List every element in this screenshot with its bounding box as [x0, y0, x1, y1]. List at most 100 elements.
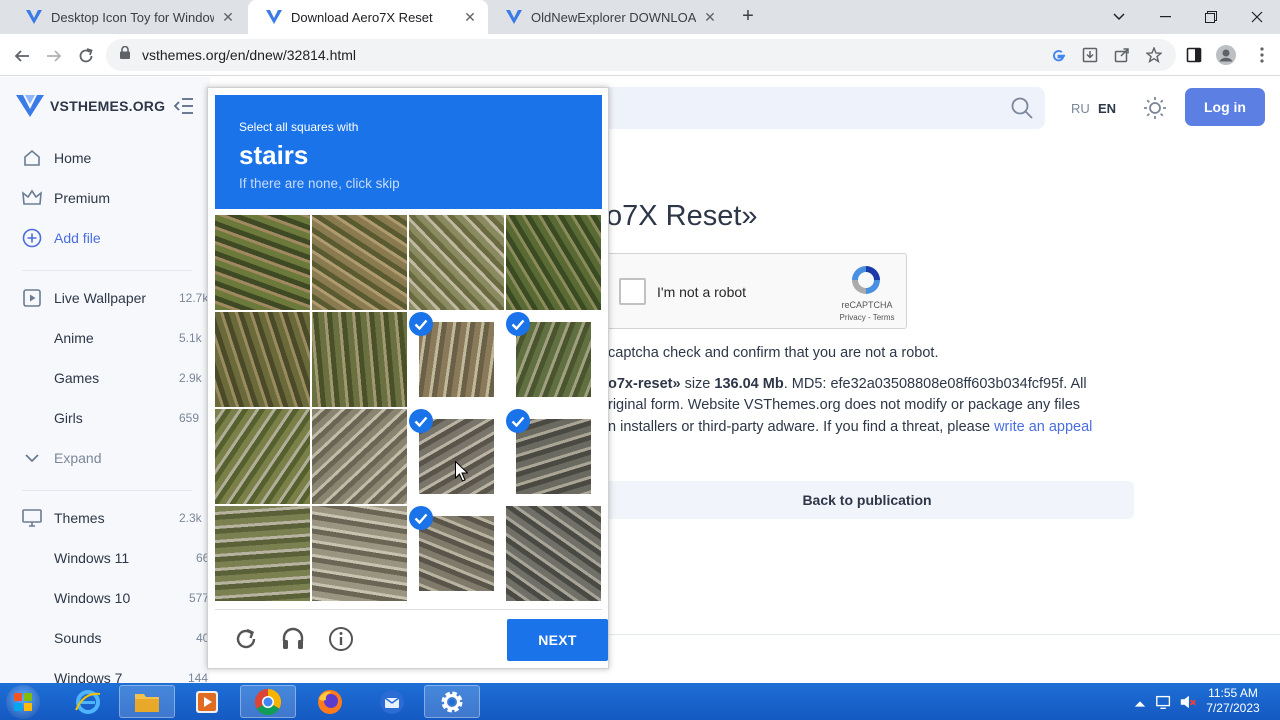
write-appeal-link[interactable]: write an appeal: [994, 419, 1092, 435]
audio-challenge-icon[interactable]: [280, 626, 306, 652]
tab-close-icon[interactable]: ✕: [220, 9, 236, 26]
captcha-tile[interactable]: [506, 215, 601, 310]
tab-download-aero7x[interactable]: Download Aero7X Reset ✕: [248, 0, 488, 34]
sidebar-item-windows-11[interactable]: Windows 11 66: [0, 538, 210, 578]
captcha-tile[interactable]: [409, 506, 504, 601]
tab-close-icon[interactable]: ✕: [462, 9, 478, 26]
checkmark-icon: [409, 312, 433, 336]
checkmark-icon: [409, 506, 433, 530]
site-logo[interactable]: VSTHEMES.ORG: [16, 95, 165, 117]
side-panel-icon[interactable]: [1184, 45, 1204, 65]
windows-logo-icon: [14, 693, 32, 711]
network-icon[interactable]: [1155, 693, 1173, 711]
vsthemes-logo-icon: [16, 95, 44, 117]
sidebar-item-windows-10[interactable]: Windows 10 577: [0, 578, 210, 618]
captcha-tile-image: [215, 409, 310, 504]
checkmark-icon: [506, 312, 530, 336]
install-app-icon[interactable]: [1080, 45, 1100, 65]
tab-search-chevron-icon[interactable]: [1096, 0, 1142, 34]
captcha-tile[interactable]: [312, 215, 407, 310]
start-button[interactable]: [6, 685, 40, 719]
captcha-tile[interactable]: [506, 409, 601, 504]
back-to-publication-button[interactable]: Back to publication: [600, 481, 1134, 519]
captcha-tile[interactable]: [506, 312, 601, 407]
search-icon[interactable]: [1010, 96, 1034, 120]
sidebar-item-count: 12.7k: [179, 291, 209, 305]
captcha-next-button[interactable]: NEXT: [507, 619, 608, 661]
captcha-subtext: If there are none, click skip: [239, 176, 400, 191]
sidebar-item-count: 2.3k: [179, 511, 202, 525]
tab-oldnewexplorer[interactable]: OldNewExplorer DOWNLOAD FR ✕: [488, 0, 728, 34]
sidebar-item-label: Games: [54, 370, 100, 386]
captcha-tile[interactable]: [409, 409, 504, 504]
sidebar-item-label: Anime: [54, 330, 94, 346]
sidebar-item-anime[interactable]: Anime 5.1k: [0, 318, 210, 358]
sidebar-item-sounds[interactable]: Sounds 40: [0, 618, 210, 658]
info-icon[interactable]: [328, 626, 354, 652]
captcha-tile[interactable]: [312, 409, 407, 504]
tab-desktop-icon-toy[interactable]: Desktop Icon Toy for Windows - D ✕: [8, 0, 246, 34]
captcha-tile[interactable]: [215, 506, 310, 601]
tab-close-icon[interactable]: ✕: [702, 9, 718, 26]
lang-ru-button[interactable]: RU: [1071, 101, 1090, 116]
profile-avatar-icon[interactable]: [1216, 45, 1236, 65]
sidebar-item-girls[interactable]: Girls 659: [0, 398, 210, 438]
disclaimer-text: riginal form. Website VSThemes.org does …: [608, 397, 1081, 413]
new-tab-button[interactable]: +: [736, 5, 760, 29]
sidebar-item-home[interactable]: Home: [0, 138, 210, 178]
captcha-tile[interactable]: [215, 215, 310, 310]
captcha-tile[interactable]: [409, 312, 504, 407]
system-clock[interactable]: 11:55 AM 7/27/2023: [1200, 686, 1266, 716]
collapse-sidebar-icon[interactable]: [173, 97, 194, 115]
sidebar-item-live-wallpaper[interactable]: Live Wallpaper 12.7k: [0, 278, 210, 318]
share-icon[interactable]: [1112, 45, 1132, 65]
captcha-tile[interactable]: [215, 312, 310, 407]
forward-arrow-icon[interactable]: [40, 42, 68, 70]
sidebar-item-games[interactable]: Games 2.9k: [0, 358, 210, 398]
volume-muted-icon[interactable]: [1179, 693, 1197, 711]
file-explorer-icon[interactable]: [119, 685, 175, 718]
back-arrow-icon[interactable]: [8, 42, 36, 70]
address-bar[interactable]: vsthemes.org/en/dnew/32814.html: [106, 39, 1176, 71]
recaptcha-privacy-terms[interactable]: Privacy - Terms: [827, 313, 907, 322]
file-size: 136.04 Mb: [714, 376, 784, 392]
media-player-icon[interactable]: [179, 685, 235, 718]
sidebar-item-add-file[interactable]: Add file: [0, 218, 210, 258]
minimize-button[interactable]: [1142, 0, 1188, 34]
reload-challenge-icon[interactable]: [233, 626, 259, 652]
recaptcha-label: I'm not a robot: [657, 284, 747, 300]
captcha-tile[interactable]: [215, 409, 310, 504]
home-icon: [22, 148, 42, 168]
internet-explorer-icon[interactable]: [60, 685, 116, 718]
reload-icon[interactable]: [72, 42, 100, 70]
windows-taskbar: 11:55 AM 7/27/2023: [0, 683, 1280, 720]
close-window-button[interactable]: [1234, 0, 1280, 34]
sidebar-item-expand[interactable]: Expand: [0, 438, 210, 478]
chrome-icon[interactable]: [240, 685, 296, 718]
add-circle-icon: [22, 228, 42, 248]
tray-expand-arrow-icon[interactable]: [1131, 695, 1149, 713]
recaptcha-checkbox[interactable]: [619, 278, 646, 305]
browser-toolbar: vsthemes.org/en/dnew/32814.html: [0, 34, 1280, 76]
captcha-tile[interactable]: [312, 506, 407, 601]
google-icon[interactable]: [1048, 45, 1068, 65]
sidebar-item-themes[interactable]: Themes 2.3k: [0, 498, 210, 538]
monitor-icon: [22, 508, 42, 528]
site-search-input[interactable]: [600, 87, 1045, 129]
captcha-tile[interactable]: [312, 312, 407, 407]
captcha-tile[interactable]: [506, 506, 601, 601]
browser-menu-icon[interactable]: [1252, 45, 1272, 65]
lang-en-button[interactable]: EN: [1098, 101, 1116, 116]
sidebar-item-premium[interactable]: Premium: [0, 178, 210, 218]
bookmark-star-icon[interactable]: [1144, 45, 1164, 65]
settings-gear-icon[interactable]: [424, 685, 480, 718]
login-button[interactable]: Log in: [1185, 88, 1265, 126]
captcha-footer: NEXT: [215, 609, 608, 663]
chevron-down-icon: [22, 448, 42, 468]
recaptcha-logo-icon: [852, 266, 880, 294]
captcha-tile[interactable]: [409, 215, 504, 310]
sun-icon[interactable]: [1143, 96, 1167, 120]
thunderbird-icon[interactable]: [364, 685, 420, 718]
restore-button[interactable]: [1188, 0, 1234, 34]
firefox-icon[interactable]: [302, 685, 358, 718]
